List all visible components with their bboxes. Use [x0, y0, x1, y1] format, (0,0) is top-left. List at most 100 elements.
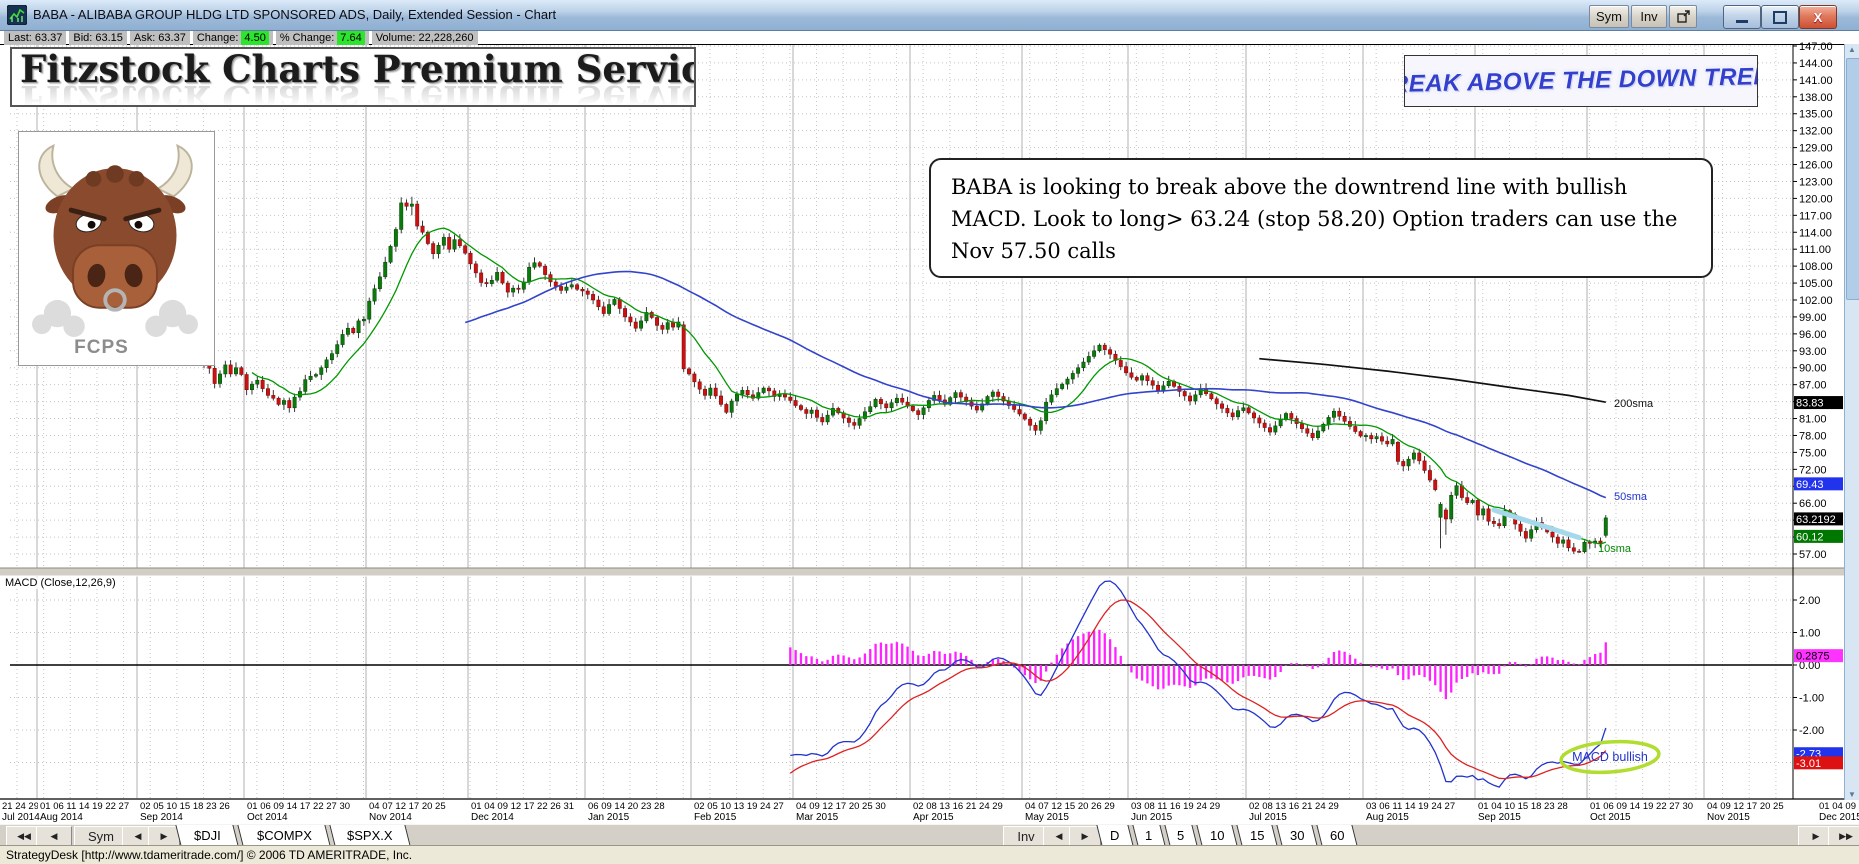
inv-button[interactable]: Inv [1631, 5, 1667, 28]
x-axis-month-jun-2015: Jun 2015 [1131, 812, 1172, 823]
x-axis-month-oct-2014: Oct 2014 [247, 812, 288, 823]
x-axis-month-sep-2014: Sep 2014 [140, 812, 183, 823]
x-axis-days-feb-2015: 02 05 10 13 19 24 27 [694, 801, 794, 812]
tab-spx-x[interactable]: $SPX.X [329, 825, 410, 846]
svg-text:-2.00: -2.00 [1799, 725, 1824, 737]
tab-period-15[interactable]: 15 [1236, 825, 1277, 846]
svg-text:63.2192: 63.2192 [1796, 514, 1836, 526]
x-axis-days-aug-2015: 03 06 11 14 19 24 27 [1366, 801, 1476, 812]
price-macd-chart-canvas[interactable]: 147.00144.00141.00138.00135.00132.00129.… [0, 0, 1859, 824]
svg-text:72.00: 72.00 [1799, 464, 1827, 476]
svg-text:99.00: 99.00 [1799, 312, 1827, 324]
window-title: BABA - ALIBABA GROUP HLDG LTD SPONSORED … [33, 7, 556, 22]
scroll-down-icon[interactable]: ▼ [1845, 790, 1859, 799]
restore-button[interactable] [1761, 5, 1799, 29]
x-axis-days-jun-2015: 03 08 11 16 19 24 29 [1131, 801, 1247, 812]
popout-button[interactable] [1669, 5, 1697, 28]
app-chart-icon [7, 5, 27, 25]
tab-period-d[interactable]: D [1096, 825, 1133, 846]
x-axis-days-dec-2015: 01 04 09 [1819, 801, 1857, 812]
x-axis-month-jul-2015: Jul 2015 [1249, 812, 1287, 823]
tab-compx[interactable]: $COMPX [237, 825, 330, 846]
quote-field-bid: Bid:63.15 [69, 31, 127, 45]
svg-text:138.00: 138.00 [1799, 92, 1833, 104]
svg-text:90.00: 90.00 [1799, 363, 1827, 375]
x-axis-days-aug-2014: 01 06 11 14 19 22 27 [40, 801, 138, 812]
break-annotation-box: BREAK ABOVE THE DOWN TREND [1404, 55, 1758, 107]
quote-field-change: % Change:7.64 [276, 31, 369, 45]
svg-text:144.00: 144.00 [1799, 58, 1833, 70]
bull-logo: FCPS [18, 131, 215, 366]
strategydesk-window: 147.00144.00141.00138.00135.00132.00129.… [0, 0, 1859, 864]
svg-text:10sma: 10sma [1598, 543, 1632, 555]
break-annotation-text: BREAK ABOVE THE DOWN TREND [1404, 63, 1758, 100]
bull-icon [19, 132, 212, 337]
bottom-toolbar: ◀◀◀Sym◀▶$DJI$COMPX$SPX.XInv◀▶D1510153060… [0, 824, 1859, 846]
svg-text:0.2875: 0.2875 [1796, 651, 1830, 663]
x-axis-month-feb-2015: Feb 2015 [694, 812, 736, 823]
svg-text:2.00: 2.00 [1799, 595, 1820, 607]
svg-text:96.00: 96.00 [1799, 329, 1827, 341]
x-axis-days-sep-2015: 01 04 10 15 18 23 28 [1478, 801, 1588, 812]
minimize-icon [1736, 20, 1748, 23]
x-axis-month-dec-2014: Dec 2014 [471, 812, 514, 823]
svg-text:200sma: 200sma [1614, 398, 1654, 410]
tab-period-60[interactable]: 60 [1316, 825, 1357, 846]
svg-text:135.00: 135.00 [1799, 109, 1833, 121]
svg-text:102.00: 102.00 [1799, 295, 1833, 307]
x-axis-month-sep-2015: Sep 2015 [1478, 812, 1521, 823]
fitzstock-banner-reflection: Fitzstock Charts Premium Service [20, 81, 694, 107]
scroll-up-icon[interactable]: ▲ [1845, 45, 1859, 54]
tab-period-10[interactable]: 10 [1196, 825, 1237, 846]
scroll-left-button[interactable]: ◀ [36, 826, 72, 846]
x-axis-month-aug-2014: Aug 2014 [40, 812, 83, 823]
status-bar: StrategyDesk [http://www.tdameritrade.co… [0, 845, 1859, 864]
scroll-far-right-button[interactable]: ▶▶ [1828, 826, 1859, 846]
sym-tab-button[interactable]: Sym [74, 826, 128, 847]
svg-text:60.12: 60.12 [1796, 531, 1824, 543]
x-axis-days-may-2015: 04 07 12 15 20 26 29 [1025, 801, 1129, 812]
svg-text:81.00: 81.00 [1799, 414, 1827, 426]
scrollbar-thumb[interactable] [1846, 58, 1859, 300]
svg-text:132.00: 132.00 [1799, 126, 1833, 138]
quote-field-ask: Ask:63.37 [130, 31, 190, 45]
quote-field-change: Change:4.50 [193, 31, 273, 45]
svg-text:57.00: 57.00 [1799, 549, 1827, 561]
tab-period-30[interactable]: 30 [1276, 825, 1317, 846]
svg-text:105.00: 105.00 [1799, 278, 1833, 290]
quote-field-volume: Volume:22,228,260 [372, 31, 478, 45]
x-axis-month-jul-2014: Jul 2014 [2, 812, 40, 823]
vertical-scrollbar[interactable]: ▲ ▼ [1844, 44, 1859, 800]
svg-text:114.00: 114.00 [1799, 227, 1832, 239]
quote-field-last: Last:63.37 [4, 31, 66, 45]
x-axis-month-apr-2015: Apr 2015 [913, 812, 954, 823]
title-bar: BABA - ALIBABA GROUP HLDG LTD SPONSORED … [0, 0, 1859, 31]
x-axis-month-jan-2015: Jan 2015 [588, 812, 629, 823]
svg-text:69.43: 69.43 [1796, 479, 1824, 491]
svg-text:126.00: 126.00 [1799, 160, 1833, 172]
interval-next-button[interactable]: ▶ [1069, 826, 1101, 846]
x-axis-month-dec-2015: Dec 2015 [1819, 812, 1859, 823]
minimize-button[interactable] [1723, 5, 1761, 29]
svg-text:147.00: 147.00 [1799, 41, 1833, 53]
x-axis-month-mar-2015: Mar 2015 [796, 812, 838, 823]
svg-text:120.00: 120.00 [1799, 193, 1833, 205]
close-button[interactable]: X [1799, 5, 1837, 29]
tab-period-1[interactable]: 1 [1132, 825, 1165, 846]
x-axis-month-oct-2015: Oct 2015 [1590, 812, 1631, 823]
svg-text:141.00: 141.00 [1799, 75, 1833, 87]
svg-text:-1.00: -1.00 [1799, 693, 1824, 705]
tab-period-5[interactable]: 5 [1164, 825, 1197, 846]
sym-button[interactable]: Sym [1589, 5, 1629, 28]
x-axis-days-jul-2014: 21 24 29 [2, 801, 38, 812]
svg-text:50sma: 50sma [1614, 491, 1648, 503]
svg-text:1.00: 1.00 [1799, 628, 1820, 640]
tab-dji[interactable]: $DJI [175, 825, 238, 846]
symbol-next-button[interactable]: ▶ [148, 826, 180, 846]
svg-text:66.00: 66.00 [1799, 498, 1827, 510]
svg-text:111.00: 111.00 [1799, 244, 1831, 256]
macd-line [790, 581, 1606, 787]
x-axis-month-may-2015: May 2015 [1025, 812, 1069, 823]
x-axis-days-oct-2015: 01 06 09 14 19 22 27 30 [1590, 801, 1705, 812]
x-axis-days-sep-2014: 02 05 10 15 18 23 26 [140, 801, 245, 812]
